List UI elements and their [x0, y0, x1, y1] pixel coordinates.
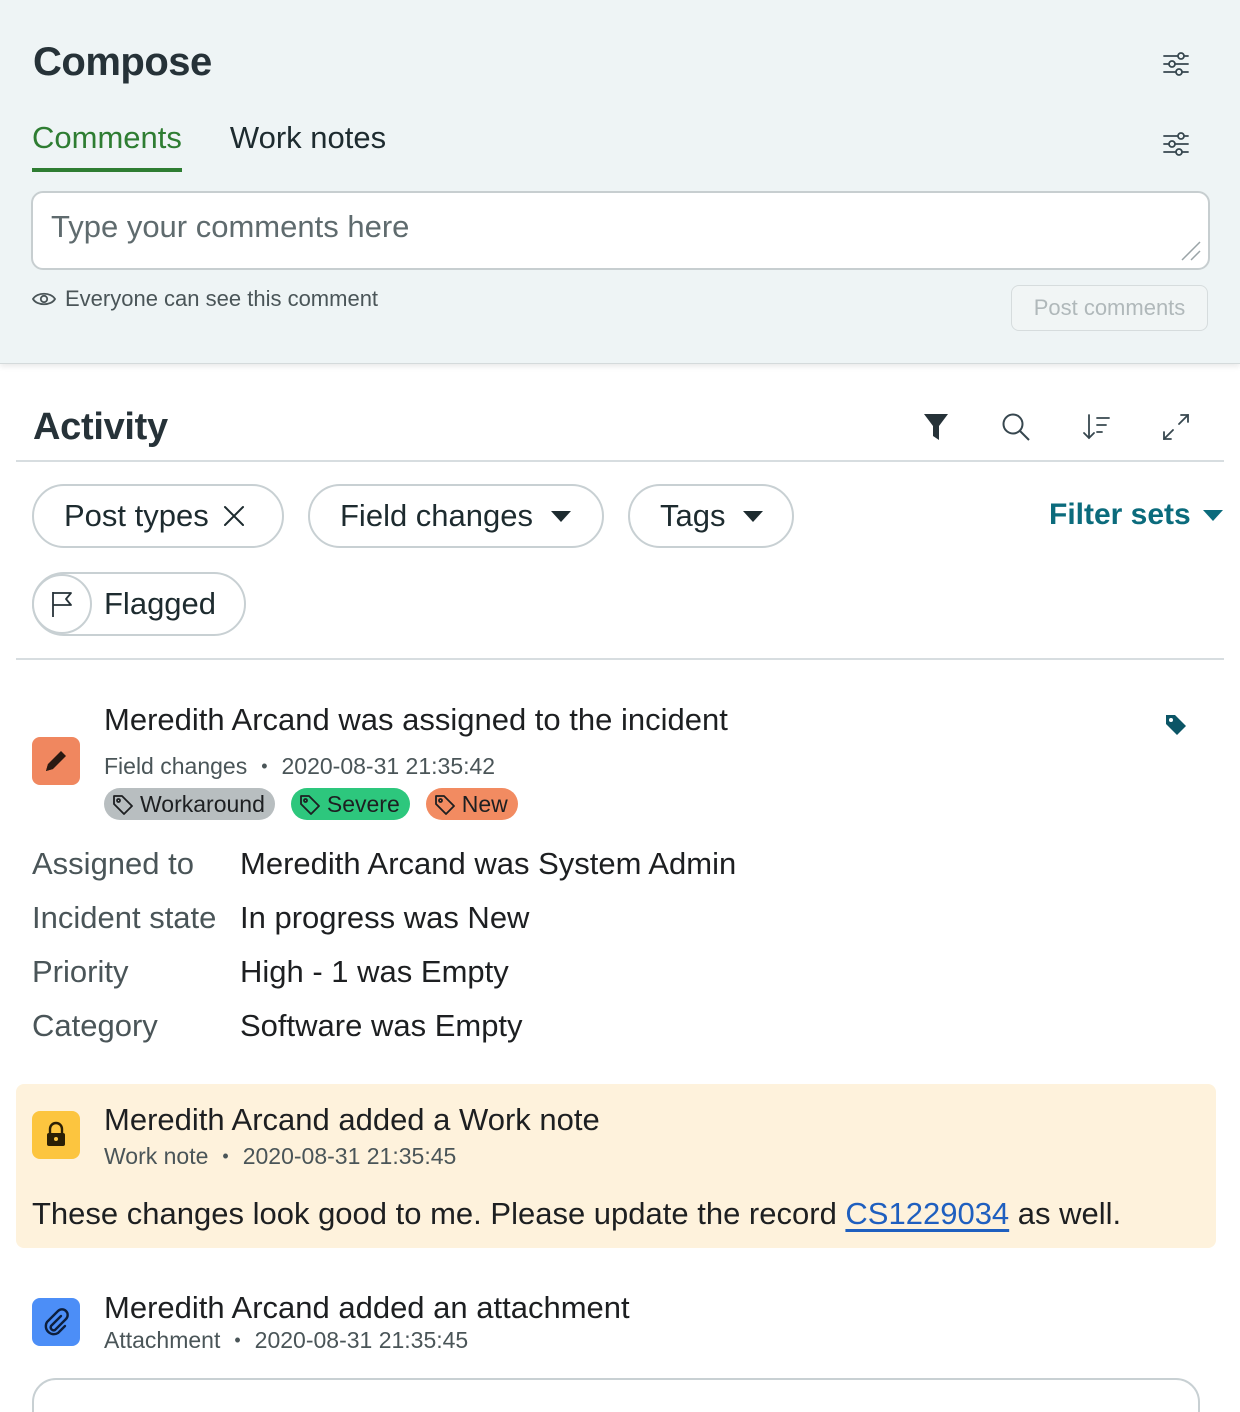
activity-title: Activity — [33, 406, 168, 448]
filter-sets-label: Filter sets — [1049, 498, 1191, 531]
meta-separator: • — [261, 756, 268, 776]
comment-input-placeholder: Type your comments here — [51, 209, 410, 244]
entry-title: Meredith Arcand added a Work note — [104, 1102, 600, 1137]
pencil-icon — [46, 751, 66, 771]
comment-visibility: Everyone can see this comment — [32, 286, 378, 312]
tune-icon — [1163, 52, 1189, 76]
field-name: Priority — [32, 954, 129, 989]
entry-meta: Work note • 2020-08-31 21:35:45 — [104, 1143, 456, 1170]
entry-meta: Attachment • 2020-08-31 21:35:45 — [104, 1327, 468, 1354]
entry-timestamp: 2020-08-31 21:35:45 — [242, 1143, 457, 1169]
field-name: Incident state — [32, 900, 217, 935]
entry-timestamp: 2020-08-31 21:35:45 — [254, 1327, 469, 1353]
resize-handle-icon[interactable] — [1178, 238, 1202, 262]
entry-title: Meredith Arcand was assigned to the inci… — [104, 702, 728, 737]
flag-icon-wrap — [32, 574, 92, 634]
tag-outline-icon — [434, 795, 455, 815]
meta-separator: • — [222, 1146, 229, 1166]
field-row: Category Software was Empty — [32, 1008, 932, 1048]
chip-label: Tags — [660, 498, 726, 533]
entry-timestamp: 2020-08-31 21:35:42 — [281, 753, 496, 779]
attachment-badge — [32, 1298, 80, 1346]
lock-icon — [47, 1121, 65, 1146]
comment-input[interactable]: Type your comments here — [31, 191, 1210, 270]
entry-meta: Field changes • 2020-08-31 21:35:42 — [104, 753, 495, 780]
field-value: Software was Empty — [240, 1008, 523, 1043]
field-name: Assigned to — [32, 846, 194, 881]
expand-button[interactable] — [1156, 407, 1196, 447]
sort-icon — [1083, 414, 1110, 440]
entry-type: Field changes — [104, 753, 248, 779]
field-row: Priority High - 1 was Empty — [32, 954, 932, 994]
chip-label: Field changes — [340, 498, 534, 533]
compose-title: Compose — [33, 40, 212, 84]
caret-down-icon — [1202, 509, 1223, 521]
tag-severe[interactable]: Severe — [290, 788, 410, 820]
compose-tabs: Comments Work notes — [32, 120, 386, 172]
field-row: Assigned to Meredith Arcand was System A… — [32, 846, 932, 886]
chip-tags[interactable]: Tags — [628, 484, 794, 548]
filter-button[interactable] — [916, 407, 956, 447]
field-value: Meredith Arcand was System Admin — [240, 846, 737, 881]
tag-label: Workaround — [140, 790, 265, 817]
filter-icon — [924, 414, 948, 440]
entry-title: Meredith Arcand added an attachment — [104, 1290, 630, 1325]
caret-down-icon — [551, 510, 572, 522]
chip-label: Post types — [64, 498, 209, 533]
chip-flagged[interactable]: Flagged — [32, 572, 246, 636]
caret-down-icon — [743, 510, 764, 522]
sort-button[interactable] — [1076, 407, 1116, 447]
chip-field-changes[interactable]: Field changes — [308, 484, 604, 548]
work-note-badge — [32, 1111, 80, 1159]
tag-workaround[interactable]: Workaround — [104, 788, 275, 820]
meta-separator: • — [234, 1330, 241, 1350]
search-icon — [1002, 413, 1030, 441]
tag-outline-icon — [113, 795, 133, 815]
attachment-card[interactable] — [32, 1378, 1200, 1412]
entry-type: Work note — [104, 1143, 209, 1169]
compose-panel: Compose Comments Work notes Type your co… — [0, 0, 1240, 364]
post-comments-button[interactable]: Post comments — [1011, 285, 1208, 331]
entry-type: Attachment — [104, 1327, 221, 1353]
record-link[interactable]: CS1229034 — [845, 1196, 1009, 1231]
eye-icon — [32, 292, 56, 306]
work-note-body: These changes look good to me. Please up… — [32, 1196, 1121, 1232]
expand-icon — [1163, 414, 1189, 440]
chip-post-types[interactable]: Post types — [32, 484, 284, 548]
tag-label: New — [461, 790, 508, 817]
tab-work-notes[interactable]: Work notes — [230, 120, 386, 172]
close-icon[interactable] — [223, 505, 245, 527]
field-value: High - 1 was Empty — [240, 954, 509, 989]
flagged-label: Flagged — [104, 586, 217, 621]
filters-divider — [16, 658, 1224, 660]
note-text: These changes look good to me. Please up… — [32, 1196, 846, 1231]
tag-icon[interactable] — [1164, 712, 1188, 736]
search-button[interactable] — [996, 407, 1036, 447]
tune-icon — [1163, 132, 1189, 156]
tab-settings-button[interactable] — [1158, 126, 1194, 162]
tab-comments[interactable]: Comments — [32, 120, 182, 172]
note-text: as well. — [1009, 1196, 1122, 1231]
field-value: In progress was New — [240, 900, 530, 935]
compose-settings-button[interactable] — [1158, 46, 1194, 82]
entry-tags: Workaround Severe New — [104, 788, 518, 820]
flag-icon — [52, 592, 72, 617]
visibility-text: Everyone can see this comment — [65, 286, 379, 311]
activity-divider — [16, 460, 1224, 462]
filter-sets-dropdown[interactable]: Filter sets — [1049, 498, 1223, 532]
field-name: Category — [32, 1008, 158, 1043]
tag-new[interactable]: New — [425, 788, 518, 820]
field-change-badge — [32, 737, 80, 785]
tag-outline-icon — [299, 795, 320, 815]
tag-label: Severe — [326, 790, 400, 817]
paperclip-icon — [44, 1308, 69, 1336]
field-row: Incident state In progress was New — [32, 900, 932, 940]
